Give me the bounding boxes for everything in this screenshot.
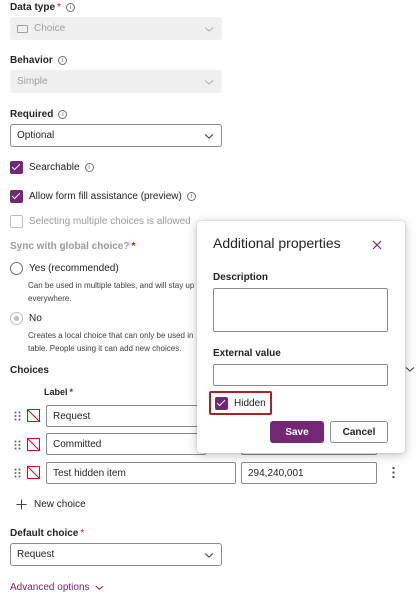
choices-title: Choices [10, 365, 49, 376]
required-label: Required i [10, 109, 68, 120]
choices-label-header-text: Label [44, 387, 68, 397]
form-fill-label: Allow form fill assistance (preview) [29, 191, 182, 202]
external-value-input[interactable] [213, 364, 388, 386]
description-label: Description [213, 272, 269, 283]
choice-label-value: Test hidden item [53, 467, 126, 479]
no-image-icon[interactable] [27, 409, 40, 422]
info-icon[interactable]: i [65, 3, 75, 12]
save-button[interactable]: Save [270, 421, 324, 443]
external-value-label: External value [213, 348, 281, 359]
sync-yes-row[interactable]: Yes (recommended) [10, 262, 119, 275]
default-choice-label-text: Default choice [10, 528, 79, 539]
info-icon[interactable]: i [57, 56, 67, 65]
form-fill-checkbox-row[interactable]: Allow form fill assistance (preview) i [10, 190, 196, 203]
multiple-choices-checkbox-row: Selecting multiple choices is allowed [10, 215, 191, 228]
drag-handle-icon[interactable] [14, 468, 21, 481]
info-icon[interactable]: i [58, 110, 68, 119]
choice-label-input[interactable]: Request [46, 405, 206, 427]
choice-label-input[interactable]: Committed [46, 433, 206, 455]
required-label-text: Required [10, 109, 54, 120]
sync-no-radio[interactable] [10, 312, 23, 325]
required-value: Optional [17, 130, 55, 141]
hidden-checkbox[interactable] [215, 396, 228, 410]
info-icon[interactable]: i [84, 163, 94, 173]
advanced-options-link[interactable]: Advanced options [10, 582, 104, 593]
sync-no-description: Creates a local choice that can only be … [28, 329, 203, 355]
default-choice-label: Default choice * [10, 528, 84, 539]
required-mark: * [131, 241, 136, 252]
sync-yes-desc-line2: everywhere. [28, 294, 72, 303]
data-type-value: Choice [34, 23, 66, 34]
chevron-down-icon [204, 77, 214, 87]
hidden-label: Hidden [234, 397, 266, 409]
searchable-checkbox[interactable] [10, 161, 23, 174]
choice-label-value: Committed [53, 438, 102, 450]
behavior-label-text: Behavior [10, 55, 53, 66]
data-type-select: Choice [10, 17, 222, 40]
panel-title: Additional properties [213, 235, 341, 251]
sync-global-label: Sync with global choice? * [10, 241, 135, 252]
choice-value-input[interactable]: 294,240,001 [241, 462, 377, 484]
no-image-icon[interactable] [27, 438, 40, 451]
choice-type-icon [17, 24, 28, 33]
searchable-checkbox-row[interactable]: Searchable i [10, 161, 94, 174]
sync-yes-description: Can be used in multiple tables, and will… [28, 279, 203, 305]
searchable-label: Searchable [29, 162, 80, 173]
hidden-checkbox-row[interactable]: Hidden [209, 391, 272, 415]
advanced-options-label: Advanced options [10, 582, 90, 593]
required-mark: * [57, 2, 61, 13]
chevron-down-icon [95, 585, 103, 591]
choices-label-header: Label * [44, 387, 73, 397]
new-choice-button[interactable]: New choice [16, 499, 86, 510]
sync-no-desc-line1: Creates a local choice that can only be … [28, 331, 194, 340]
chevron-down-icon [204, 131, 214, 141]
default-choice-select[interactable]: Request [10, 543, 222, 566]
info-icon[interactable]: i [186, 192, 196, 202]
sync-no-desc-line2: table. People using it can add new choic… [28, 344, 182, 353]
chevron-down-icon [204, 550, 214, 560]
default-choice-value: Request [17, 549, 55, 560]
data-type-label: Data type * i [10, 2, 75, 13]
choices-collapse-chevron-icon[interactable] [405, 364, 415, 377]
data-type-label-text: Data type [10, 2, 56, 13]
plus-icon [16, 499, 27, 510]
sync-yes-desc-line1: Can be used in multiple tables, and will… [28, 281, 195, 290]
sync-no-row[interactable]: No [10, 312, 42, 325]
choice-label-input[interactable]: Test hidden item [46, 462, 236, 484]
choice-label-value: Request [53, 410, 91, 422]
sync-global-label-text: Sync with global choice? [10, 241, 130, 252]
more-icon[interactable] [391, 466, 396, 482]
close-icon[interactable] [372, 240, 382, 253]
sync-no-label: No [29, 313, 42, 324]
required-mark: * [80, 528, 85, 539]
form-fill-checkbox[interactable] [10, 190, 23, 203]
additional-properties-panel: Additional properties Description Extern… [197, 221, 405, 453]
description-textarea[interactable] [213, 288, 388, 332]
drag-handle-icon[interactable] [14, 440, 21, 453]
no-image-icon[interactable] [27, 466, 40, 479]
chevron-down-icon [204, 24, 214, 34]
sync-yes-radio[interactable] [10, 262, 23, 275]
new-choice-label: New choice [34, 499, 86, 510]
required-mark: * [69, 387, 74, 397]
cancel-button[interactable]: Cancel [330, 421, 388, 443]
behavior-select: Simple [10, 70, 222, 93]
multiple-choices-checkbox [10, 215, 23, 228]
choice-value-value: 294,240,001 [248, 467, 304, 479]
drag-handle-icon[interactable] [14, 411, 21, 424]
required-select[interactable]: Optional [10, 124, 222, 147]
sync-yes-label: Yes (recommended) [29, 263, 119, 274]
behavior-label: Behavior i [10, 55, 67, 66]
multiple-choices-label: Selecting multiple choices is allowed [29, 216, 191, 227]
behavior-value: Simple [17, 76, 48, 87]
